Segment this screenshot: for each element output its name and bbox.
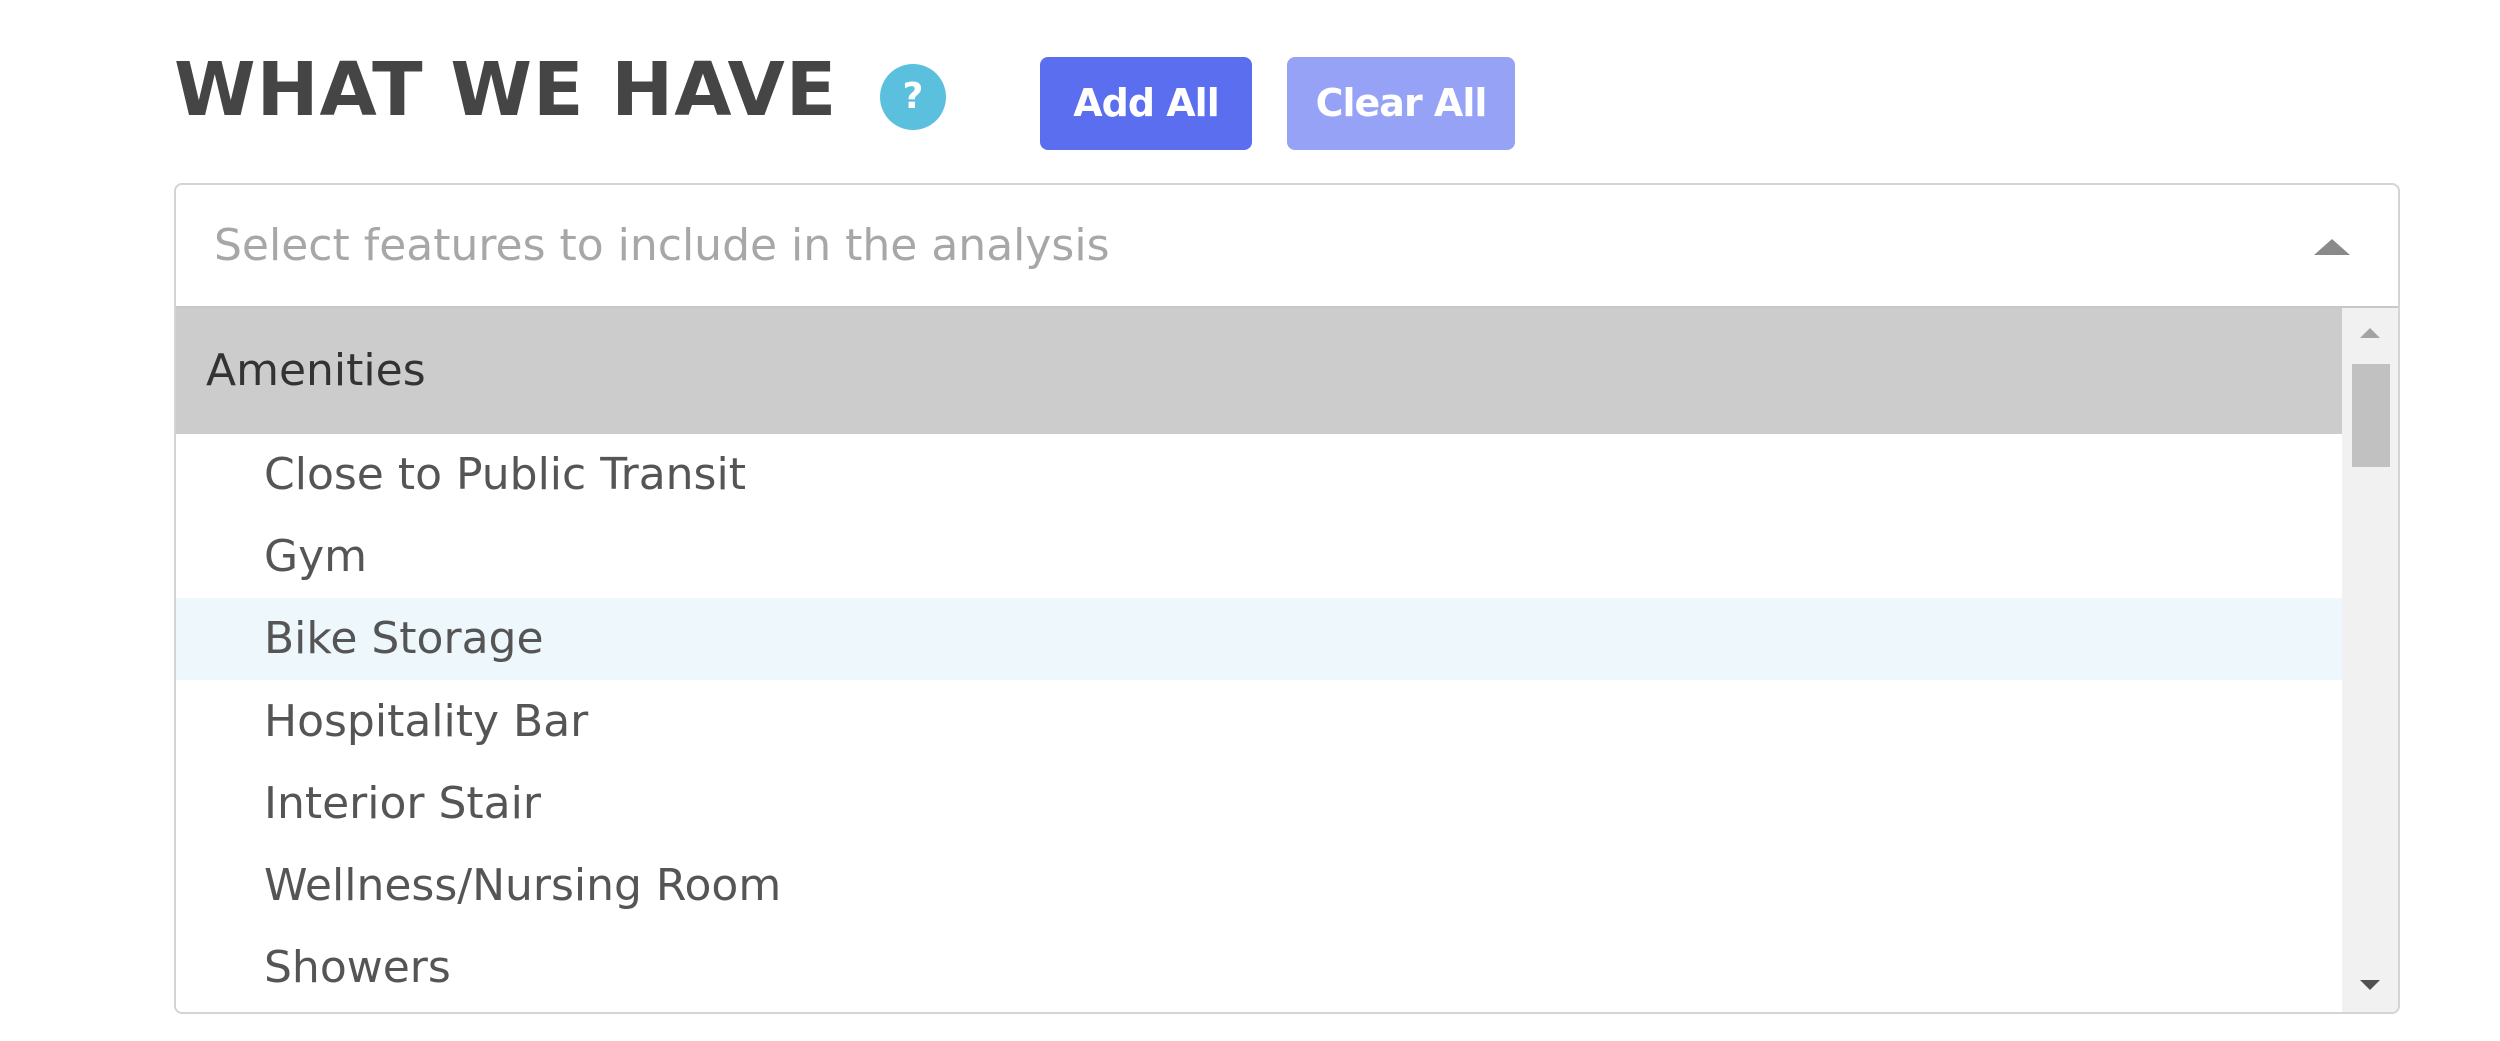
select-control[interactable] [176, 185, 2398, 308]
option-wellness-nursing-room[interactable]: Wellness/Nursing Room [176, 845, 2342, 927]
scrollbar-thumb[interactable] [2352, 364, 2390, 467]
help-icon[interactable]: ? [880, 64, 946, 130]
caret-up-icon[interactable] [2314, 239, 2350, 255]
section-title: WHAT WE HAVE [174, 47, 838, 133]
option-label: Close to Public Transit [264, 449, 746, 500]
option-label: Gym [264, 531, 367, 582]
option-showers[interactable]: Showers [176, 927, 2342, 1009]
option-interior-stair[interactable]: Interior Stair [176, 763, 2342, 845]
dropdown-menu: Amenities Close to Public Transit Gym Bi… [176, 308, 2398, 1012]
option-gym[interactable]: Gym [176, 516, 2342, 598]
option-label: Interior Stair [264, 778, 541, 829]
option-label: Hospitality Bar [264, 696, 589, 747]
option-bike-storage[interactable]: Bike Storage [176, 598, 2342, 680]
option-label: Bike Storage [264, 613, 544, 664]
option-group-header: Amenities [176, 308, 2342, 434]
scroll-up-arrow-icon[interactable] [2360, 328, 2380, 338]
add-all-button[interactable]: Add All [1040, 57, 1252, 150]
feature-select: Amenities Close to Public Transit Gym Bi… [174, 183, 2400, 1014]
option-close-to-public-transit[interactable]: Close to Public Transit [176, 434, 2342, 516]
option-group-label: Amenities [206, 345, 426, 396]
clear-all-button[interactable]: Clear All [1287, 57, 1515, 150]
dropdown-scrollbar[interactable] [2342, 308, 2398, 1012]
option-hospitality-bar[interactable]: Hospitality Bar [176, 681, 2342, 763]
option-label: Wellness/Nursing Room [264, 860, 782, 911]
scroll-down-arrow-icon[interactable] [2360, 980, 2380, 990]
option-label: Showers [264, 942, 451, 993]
feature-search-input[interactable] [214, 207, 2274, 283]
